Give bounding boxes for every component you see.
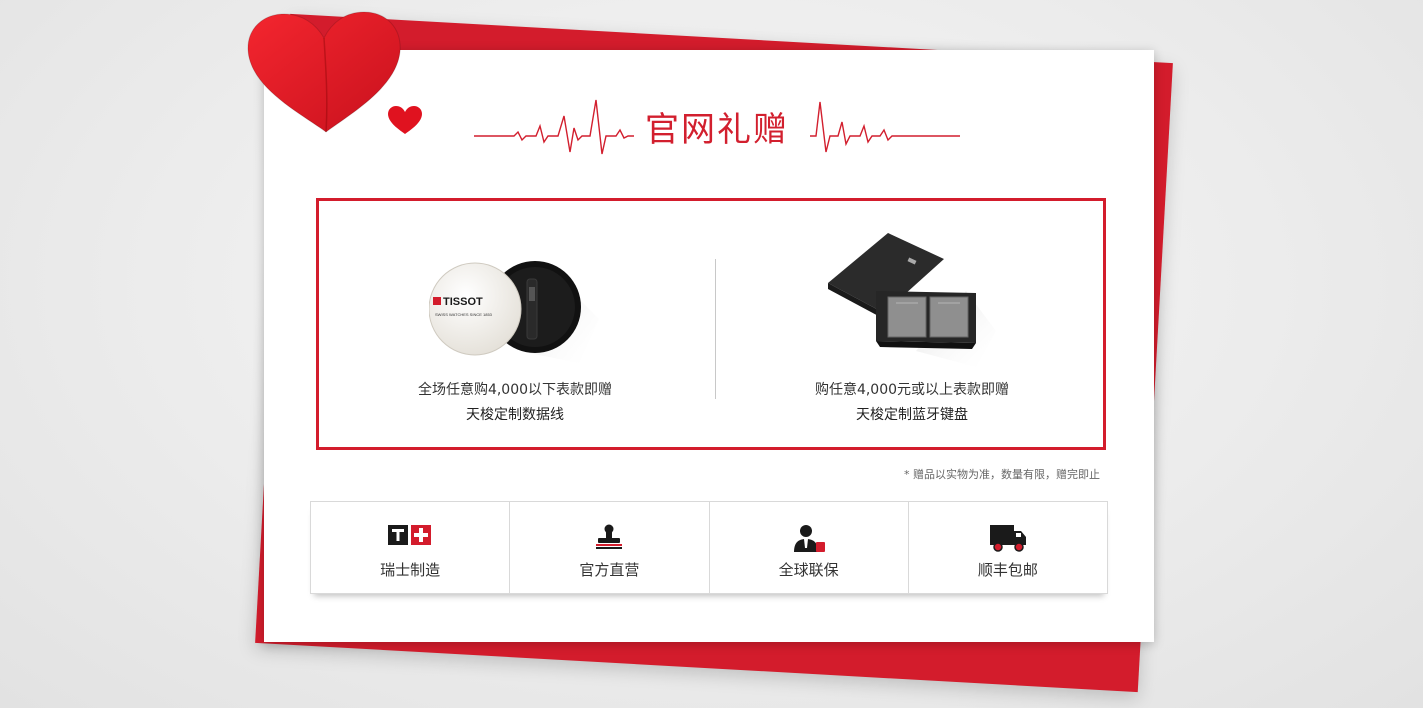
gift-disclaimer-note: * 赠品以实物为准，数量有限，赠完即止 [904, 468, 1100, 481]
big-heart-icon [247, 11, 401, 133]
gift-offer-keyboard[interactable]: 购任意4,000元或以上表款即赠 天梭定制蓝牙键盘 [716, 201, 1108, 447]
feature-label: 全球联保 [778, 561, 839, 579]
keyboard-box-icon [828, 233, 996, 367]
small-heart-icon [388, 106, 422, 134]
tissot-cable-icon: TISSOT SWISS WATCHES SINCE 1853 [429, 261, 599, 363]
feature-label: 瑞士制造 [380, 561, 441, 579]
feature-label: 顺丰包邮 [977, 561, 1038, 579]
feature-swiss-made[interactable]: 瑞士制造 [311, 502, 511, 593]
svg-text:TISSOT: TISSOT [443, 296, 483, 308]
gift-name-text: 天梭定制蓝牙键盘 [856, 407, 968, 423]
feature-global-warranty[interactable]: 全球联保 [710, 502, 909, 593]
page-title: 官网礼赠 [645, 110, 789, 150]
gift-offer-box: TISSOT SWISS WATCHES SINCE 1853 全场任意购4,0… [316, 198, 1106, 450]
svg-text:SWISS WATCHES SINCE 1853: SWISS WATCHES SINCE 1853 [435, 312, 493, 317]
service-person-icon [793, 525, 825, 552]
heartbeat-line-left-icon [474, 99, 634, 155]
gift-offer-cable[interactable]: TISSOT SWISS WATCHES SINCE 1853 全场任意购4,0… [319, 201, 711, 447]
official-stamp-icon [596, 524, 623, 549]
title-row: 官网礼赠 [474, 96, 960, 158]
features-bar: 瑞士制造 官方直营 全球联保 顺丰包邮 [310, 501, 1108, 594]
feature-shipping[interactable]: 顺丰包邮 [909, 502, 1107, 593]
feature-official[interactable]: 官方直营 [510, 502, 710, 593]
swiss-t-cross-icon [388, 525, 432, 545]
gift-condition-text: 购任意4,000元或以上表款即赠 [814, 382, 1010, 398]
gift-condition-text: 全场任意购4,000以下表款即赠 [417, 382, 613, 398]
delivery-truck-icon [989, 525, 1026, 552]
feature-label: 官方直营 [579, 561, 640, 579]
heartbeat-line-right-icon [810, 101, 960, 153]
gift-name-text: 天梭定制数据线 [466, 407, 564, 423]
